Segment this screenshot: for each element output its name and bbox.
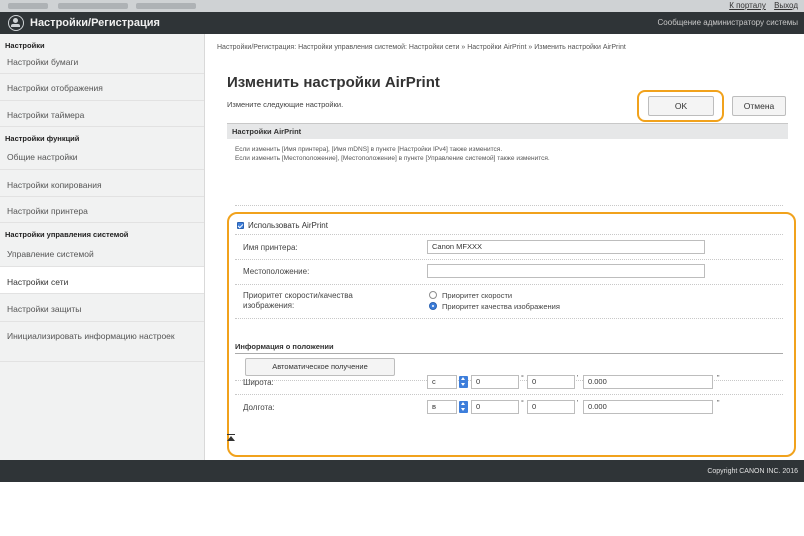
latitude-degrees-input[interactable]: 0 <box>471 375 519 389</box>
section-title: Настройки AirPrint <box>232 127 302 136</box>
sidebar-item-general[interactable]: Общие настройки <box>0 143 204 170</box>
ok-highlight <box>637 90 724 122</box>
section-header: Настройки AirPrint <box>227 124 788 139</box>
priority-label-line: изображения: <box>243 301 295 310</box>
location-label: Местоположение: <box>243 267 310 276</box>
app-header: Настройки/Регистрация Сообщение админист… <box>0 12 804 34</box>
latitude-minutes-input[interactable]: 0 <box>527 375 575 389</box>
longitude-minutes-input[interactable]: 0 <box>527 400 575 414</box>
quality-priority-label: Приоритет качества изображения <box>442 302 560 311</box>
divider <box>235 234 783 235</box>
printer-name-input[interactable]: Canon MFXXX <box>427 240 705 254</box>
longitude-degrees-input[interactable]: 0 <box>471 400 519 414</box>
latitude-label: Широта: <box>243 378 274 387</box>
note-line: Если изменить [Имя принтера], [Имя mDNS]… <box>235 146 503 153</box>
use-airprint-checkbox[interactable] <box>237 222 244 229</box>
copyright-text: Copyright CANON INC. 2016 <box>707 468 798 475</box>
note-text: Если изменить [Имя принтера], [Имя mDNS]… <box>235 145 780 163</box>
sidebar-item-timer[interactable]: Настройки таймера <box>0 101 204 127</box>
settings-user-icon <box>8 15 24 31</box>
priority-label: Приоритет скорости/качества изображения: <box>243 291 353 311</box>
portal-link[interactable]: К порталу <box>729 1 766 10</box>
latitude-direction-select[interactable]: с <box>427 375 457 389</box>
blurred-text <box>58 3 128 9</box>
speed-priority-label: Приоритет скорости <box>442 291 513 300</box>
note-line: Если изменить [Местоположение], [Местопо… <box>235 155 550 162</box>
logout-link[interactable]: Выход <box>774 1 798 10</box>
sidebar: Настройки Настройки бумаги Настройки ото… <box>0 34 205 460</box>
page-title: Изменить настройки AirPrint <box>227 74 440 91</box>
minute-unit: ' <box>577 400 579 407</box>
sidebar-item-security[interactable]: Настройки защиты <box>0 294 204 322</box>
sidebar-item-system-management[interactable]: Управление системой <box>0 239 204 267</box>
second-unit: " <box>717 400 720 407</box>
divider <box>235 284 783 285</box>
sidebar-section-title: Настройки управления системой <box>5 230 129 239</box>
longitude-direction-spinner-icon[interactable] <box>459 401 468 413</box>
admin-message-link[interactable]: Сообщение администратору системы <box>658 18 798 27</box>
breadcrumb: Настройки/Регистрация: Настройки управле… <box>217 44 626 51</box>
speed-priority-radio[interactable] <box>429 291 437 299</box>
instruction-text: Измените следующие настройки. <box>227 100 344 109</box>
top-links: К порталу Выход <box>723 1 798 10</box>
printer-name-label: Имя принтера: <box>243 243 298 252</box>
location-input[interactable] <box>427 264 705 278</box>
top-utility-bar: К порталу Выход <box>0 0 804 12</box>
longitude-label: Долгота: <box>243 403 275 412</box>
degree-unit: ° <box>521 400 524 407</box>
divider <box>235 259 783 260</box>
degree-unit: ° <box>521 375 524 382</box>
divider <box>235 353 783 354</box>
divider <box>235 318 783 319</box>
sidebar-section-title: Настройки <box>5 41 45 50</box>
sidebar-item-network[interactable]: Настройки сети <box>0 267 204 294</box>
sidebar-item-initialize[interactable]: Инициализировать информацию настроек <box>0 322 204 362</box>
divider <box>235 394 783 395</box>
quality-priority-radio[interactable] <box>429 302 437 310</box>
blurred-text <box>136 3 196 9</box>
latitude-seconds-input[interactable]: 0.000 <box>583 375 713 389</box>
cancel-button[interactable]: Отмена <box>732 96 786 116</box>
longitude-direction-select[interactable]: в <box>427 400 457 414</box>
scroll-to-top-icon[interactable] <box>227 434 235 442</box>
sidebar-section-title: Настройки функций <box>5 134 80 143</box>
main-content: Настройки/Регистрация: Настройки управле… <box>205 34 804 460</box>
latitude-direction-spinner-icon[interactable] <box>459 376 468 388</box>
app-title: Настройки/Регистрация <box>30 17 160 29</box>
priority-label-line: Приоритет скорости/качества <box>243 291 353 300</box>
longitude-seconds-input[interactable]: 0.000 <box>583 400 713 414</box>
sidebar-item-copy[interactable]: Настройки копирования <box>0 170 204 197</box>
position-info-title: Информация о положении <box>235 342 334 351</box>
blurred-text <box>8 3 48 9</box>
auto-acquire-button[interactable]: Автоматическое получение <box>245 358 395 376</box>
footer: Copyright CANON INC. 2016 <box>0 460 804 482</box>
sidebar-item-paper[interactable]: Настройки бумаги <box>0 50 204 74</box>
divider <box>235 205 783 206</box>
sidebar-item-display[interactable]: Настройки отображения <box>0 74 204 101</box>
sidebar-item-printer[interactable]: Настройки принтера <box>0 197 204 223</box>
minute-unit: ' <box>577 375 579 382</box>
use-airprint-label: Использовать AirPrint <box>248 221 328 230</box>
second-unit: " <box>717 375 720 382</box>
